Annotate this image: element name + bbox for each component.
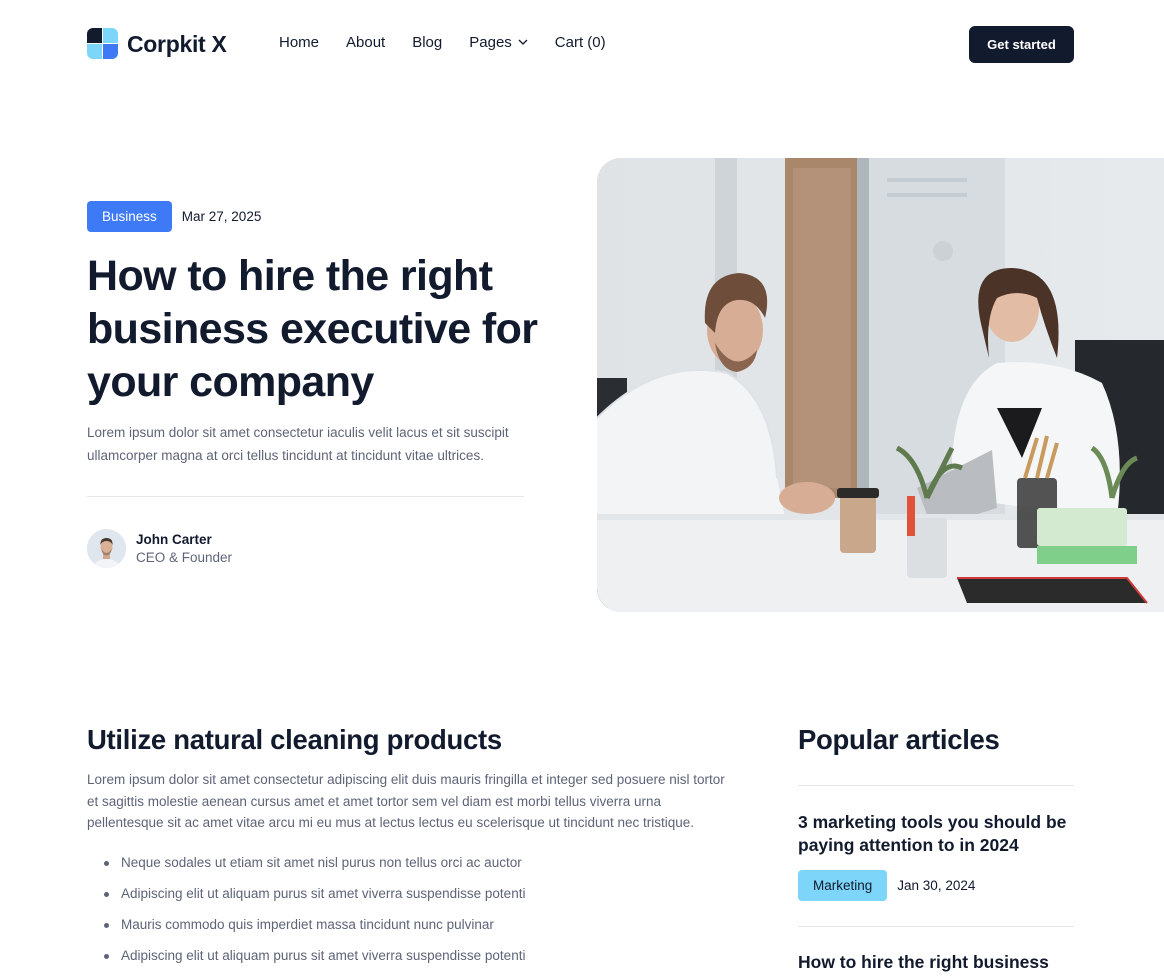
brand-logo-link[interactable]: Corpkit X [87,28,227,60]
author-info: John Carter CEO & Founder [136,531,232,567]
author-avatar [87,529,126,568]
nav-link-about[interactable]: About [346,34,385,51]
chevron-down-icon [518,39,528,45]
hero-image [597,158,1164,612]
section-title: Utilize natural cleaning products [87,724,502,755]
top-navigation: Corpkit X Home About Blog Pages Cart (0)… [0,0,1164,88]
article-title: How to hire the right business executive… [87,252,538,406]
author-name: John Carter [136,531,212,547]
author-block: John Carter CEO & Founder [87,529,232,568]
bullet-item: Mauris commodo quis imperdiet massa tinc… [103,914,525,945]
nav-link-cart[interactable]: Cart (0) [555,34,606,51]
popular-articles-title: Popular articles [798,724,1000,755]
popular-article-link[interactable]: 3 marketing tools you should be paying a… [798,811,1083,857]
divider [798,926,1074,927]
author-role: CEO & Founder [136,549,233,565]
bullet-item: Adipiscing elit ut aliquam purus sit ame… [103,945,525,976]
publish-date: Mar 27, 2025 [181,209,262,224]
category-badge[interactable]: Business [87,201,172,232]
avatar-portrait-icon [87,529,126,568]
nav-link-pages-label: Pages [469,34,512,51]
divider [87,496,524,497]
bullet-item: Adipiscing elit ut aliquam purus sit ame… [103,883,525,914]
nav-link-pages[interactable]: Pages [469,34,528,51]
nav-link-home[interactable]: Home [279,34,319,51]
office-photo-illustration [597,158,1164,612]
category-badge[interactable]: Marketing [798,870,888,901]
hero-meta: Business Mar 27, 2025 [87,201,261,232]
section-paragraph: Lorem ipsum dolor sit amet consectetur a… [87,772,725,830]
publish-date: Jan 30, 2024 [897,878,976,893]
logo-icon [87,28,119,60]
divider [798,785,1074,786]
nav-link-blog[interactable]: Blog [412,34,442,51]
bullet-list: Neque sodales ut etiam sit amet nisl pur… [103,852,525,976]
popular-article-meta: Marketing Jan 30, 2024 [798,870,975,901]
popular-article-link[interactable]: How to hire the right business [798,951,1083,974]
get-started-button[interactable]: Get started [969,26,1074,63]
bullet-item: Neque sodales ut etiam sit amet nisl pur… [103,852,525,883]
brand-name: Corpkit X [127,30,227,57]
article-summary: Lorem ipsum dolor sit amet consectetur i… [87,425,509,463]
nav-links: Home About Blog Pages Cart (0) [279,34,606,51]
